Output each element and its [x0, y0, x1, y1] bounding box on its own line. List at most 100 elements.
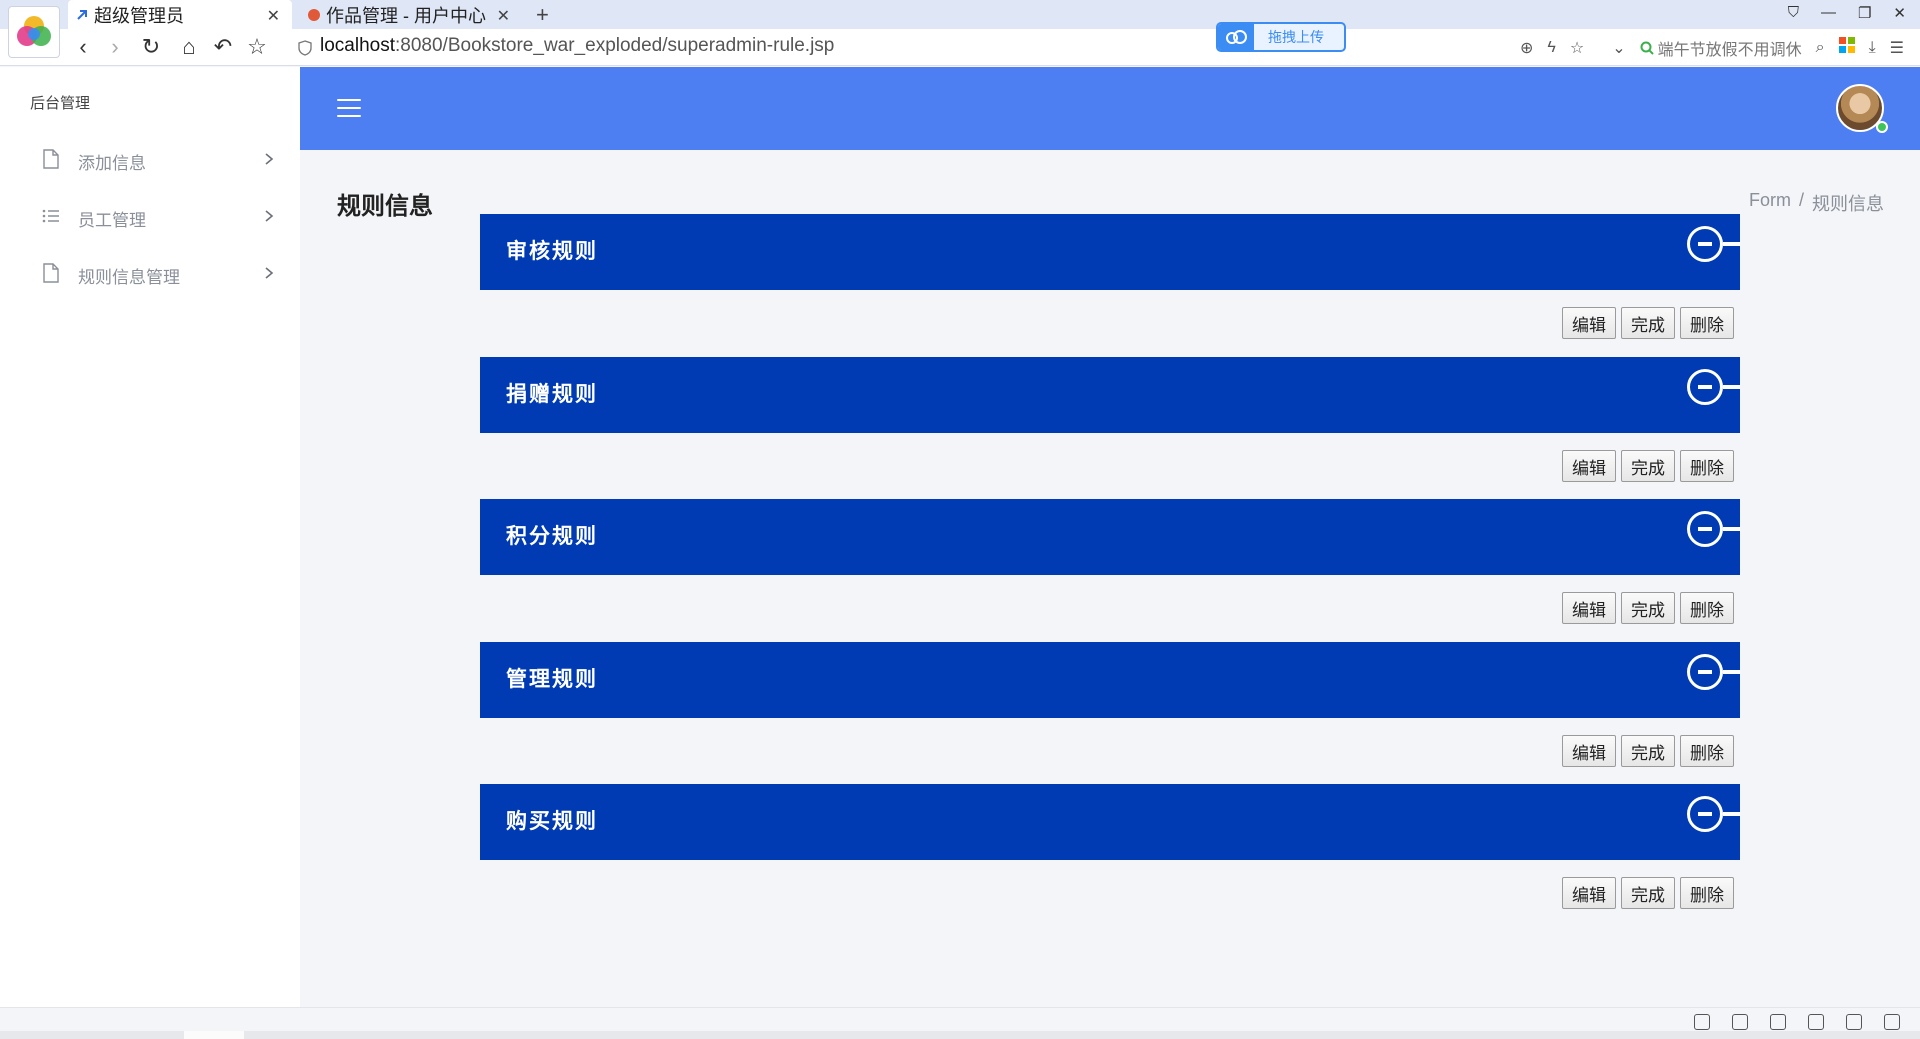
breadcrumb-separator: / [1798, 190, 1804, 210]
edit-button[interactable]: 编辑 [1562, 307, 1616, 339]
edit-button[interactable]: 编辑 [1562, 592, 1616, 624]
breadcrumb-current: 规则信息 [1812, 194, 1884, 214]
minimize-icon[interactable]: — [1821, 4, 1836, 22]
collapse-icon[interactable] [1687, 369, 1723, 405]
close-icon[interactable]: ✕ [497, 6, 510, 26]
rule-header[interactable]: 管理规则 [480, 642, 1740, 718]
sidebar-item-label: 添加信息 [78, 154, 146, 173]
rule-block-audit: 审核规则 编辑 完成 删除 [480, 214, 1740, 339]
edit-button[interactable]: 编辑 [1562, 450, 1616, 482]
chevron-right-icon [265, 210, 274, 222]
new-tab-icon[interactable]: + [536, 2, 549, 28]
home-icon[interactable]: ⌂ [176, 34, 202, 60]
collapse-icon[interactable] [1687, 796, 1723, 832]
rule-title: 管理规则 [506, 667, 598, 691]
url-host: localhost [320, 35, 395, 56]
reload-icon[interactable]: ↻ [138, 34, 164, 60]
close-icon[interactable]: ✕ [267, 6, 280, 26]
rule-block-purchase: 购买规则 编辑 完成 删除 [480, 784, 1740, 909]
restore-icon[interactable]: ❐ [1858, 4, 1871, 22]
close-window-icon[interactable]: ✕ [1893, 4, 1906, 22]
rule-actions: 编辑 完成 删除 [1562, 592, 1734, 624]
search-icon[interactable]: ⌕ [1816, 39, 1825, 57]
zoom-icon[interactable]: ⊕ [1520, 38, 1533, 58]
collapse-icon[interactable] [1687, 654, 1723, 690]
rule-header[interactable]: 审核规则 [480, 214, 1740, 290]
delete-button[interactable]: 删除 [1680, 450, 1734, 482]
collapse-icon[interactable] [1687, 226, 1723, 262]
chevron-right-icon [265, 267, 274, 279]
horizontal-scrollbar[interactable] [0, 1031, 1920, 1039]
rule-header[interactable]: 积分规则 [480, 499, 1740, 575]
list-icon [42, 209, 59, 223]
search-suggestion[interactable]: 端午节放假不用调休 [1640, 36, 1802, 60]
rule-actions: 编辑 完成 删除 [1562, 877, 1734, 909]
trash-icon[interactable] [1770, 1014, 1786, 1030]
edit-button[interactable]: 编辑 [1562, 877, 1616, 909]
drag-upload-button[interactable]: 拖拽上传 [1216, 22, 1346, 52]
browser-logo-icon[interactable] [8, 6, 60, 58]
favicon-icon [306, 7, 322, 23]
sidebar: 后台管理 添加信息 员工管理 规则信息管理 [0, 67, 300, 1007]
refresh-icon[interactable] [1732, 1014, 1748, 1030]
tab-super-admin[interactable]: 超级管理员 ✕ [68, 0, 292, 29]
upload-label: 拖拽上传 [1268, 29, 1324, 45]
url-field[interactable]: localhost:8080/Bookstore_war_exploded/su… [320, 35, 834, 57]
rocket-icon[interactable] [1694, 1014, 1710, 1030]
rule-title: 购买规则 [506, 809, 598, 833]
shirt-icon[interactable]: ⛉ [1788, 4, 1799, 22]
done-button[interactable]: 完成 [1621, 735, 1675, 767]
url-path: :8080/Bookstore_war_exploded/superadmin-… [395, 35, 835, 56]
done-button[interactable]: 完成 [1621, 450, 1675, 482]
search-engine-icon [1640, 41, 1654, 55]
sound-icon[interactable] [1808, 1014, 1824, 1030]
undo-icon[interactable]: ↶ [210, 34, 236, 60]
zoom-search-icon[interactable] [1884, 1014, 1900, 1030]
browser-tab-bar: 超级管理员 ✕ 作品管理 - 用户中心 ✕ + ⛉ — ❐ ✕ [0, 0, 1920, 29]
edit-button[interactable]: 编辑 [1562, 735, 1616, 767]
sidebar-title: 后台管理 [30, 95, 91, 112]
scrollbar-thumb[interactable] [184, 1031, 244, 1039]
sidebar-item-label: 规则信息管理 [78, 268, 180, 287]
status-tools [1694, 1014, 1900, 1030]
hamburger-menu-icon[interactable] [337, 99, 361, 119]
forward-icon[interactable]: › [102, 34, 128, 60]
rule-block-points: 积分规则 编辑 完成 删除 [480, 499, 1740, 624]
menu-icon[interactable]: ☰ [1890, 38, 1904, 58]
back-icon[interactable]: ‹ [70, 34, 96, 60]
done-button[interactable]: 完成 [1621, 877, 1675, 909]
bookmark-star-icon[interactable]: ☆ [1570, 38, 1584, 58]
rule-actions: 编辑 完成 删除 [1562, 735, 1734, 767]
collapse-connector [1723, 385, 1740, 389]
top-header [300, 67, 1920, 150]
sidebar-item-staff[interactable]: 员工管理 [0, 195, 300, 239]
download-icon[interactable]: ⤓ [1869, 39, 1876, 57]
breadcrumb-form[interactable]: Form [1749, 190, 1791, 216]
apps-icon[interactable] [1838, 37, 1855, 58]
rule-header[interactable]: 购买规则 [480, 784, 1740, 860]
file-icon [43, 263, 59, 283]
search-hint-text: 端午节放假不用调休 [1657, 41, 1802, 59]
tab-works-manage[interactable]: 作品管理 - 用户中心 ✕ [300, 0, 522, 29]
window-icon[interactable] [1846, 1014, 1862, 1030]
delete-button[interactable]: 删除 [1680, 877, 1734, 909]
cloud-icon [1218, 24, 1254, 50]
address-tools: ⊕ ϟ ☆ ⌄ 端午节放假不用调休 ⌕ ⤓ ☰ [1520, 29, 1920, 66]
done-button[interactable]: 完成 [1621, 592, 1675, 624]
done-button[interactable]: 完成 [1621, 307, 1675, 339]
sidebar-item-add-info[interactable]: 添加信息 [0, 138, 300, 182]
rule-title: 审核规则 [506, 239, 598, 263]
collapse-connector [1723, 812, 1740, 816]
rule-header[interactable]: 捐赠规则 [480, 357, 1740, 433]
page-icon [74, 7, 90, 23]
flash-icon[interactable]: ϟ [1547, 39, 1555, 57]
star-icon[interactable]: ☆ [244, 34, 270, 60]
tab-title: 作品管理 - 用户中心 [326, 5, 486, 26]
collapse-icon[interactable] [1687, 511, 1723, 547]
address-bar: ‹ › ↻ ⌂ ↶ ☆ localhost:8080/Bookstore_war… [0, 29, 1920, 66]
delete-button[interactable]: 删除 [1680, 307, 1734, 339]
sidebar-item-rules[interactable]: 规则信息管理 [0, 252, 300, 296]
dropdown-icon[interactable]: ⌄ [1612, 38, 1625, 58]
delete-button[interactable]: 删除 [1680, 735, 1734, 767]
delete-button[interactable]: 删除 [1680, 592, 1734, 624]
